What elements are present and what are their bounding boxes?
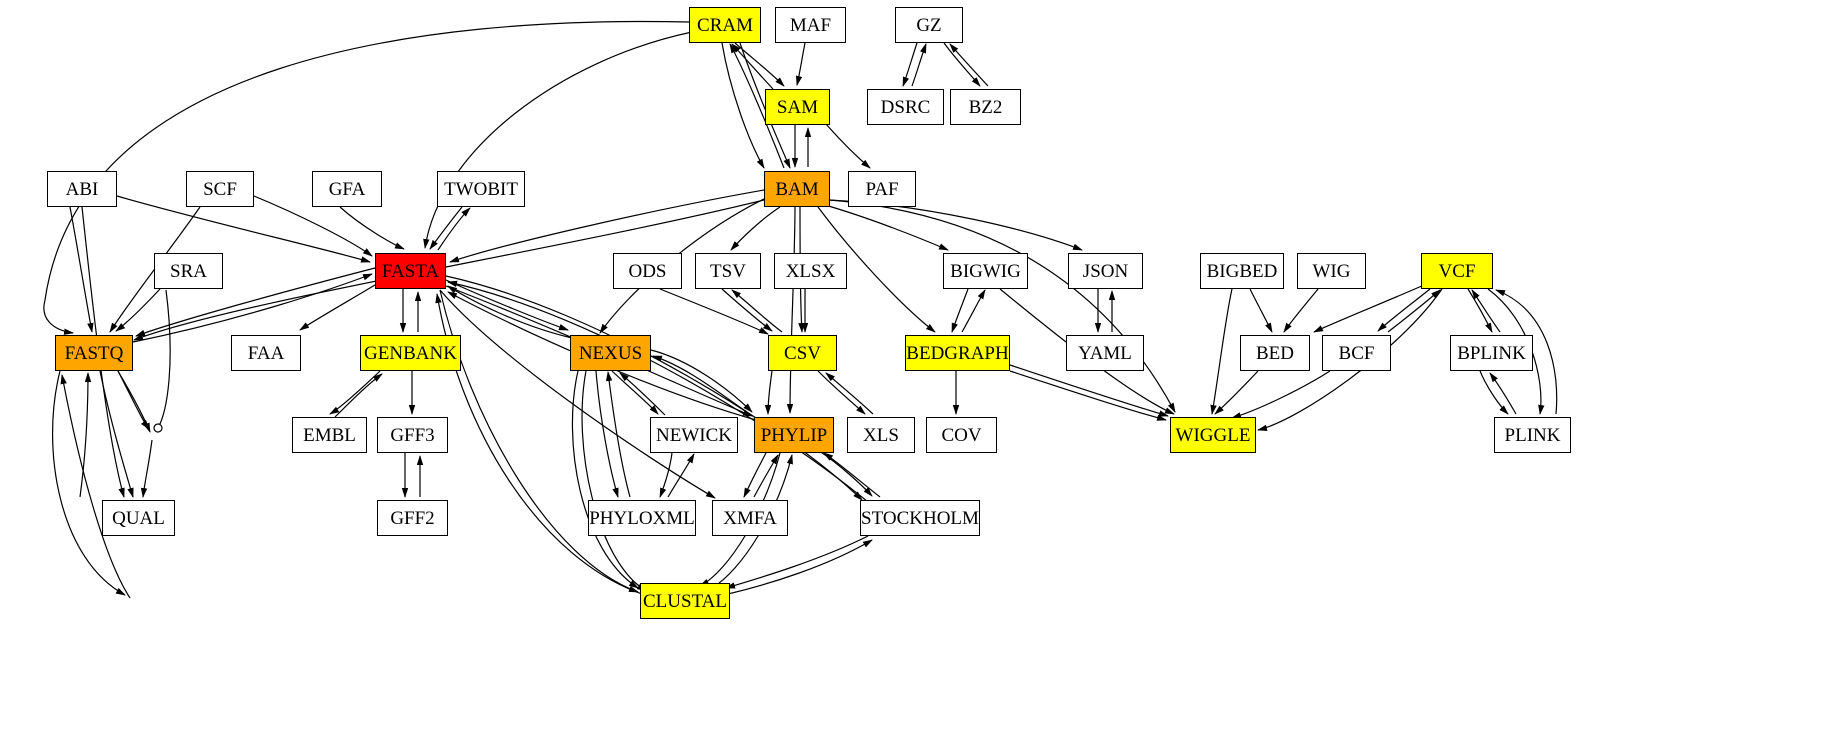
node-label: VCF [1438, 260, 1476, 282]
node-genbank[interactable]: GENBANK [360, 335, 461, 371]
node-qual[interactable]: QUAL [102, 500, 175, 536]
node-plink[interactable]: PLINK [1494, 417, 1571, 453]
node-label: FASTQ [64, 342, 124, 364]
node-dsrc[interactable]: DSRC [867, 89, 944, 125]
node-cram[interactable]: CRAM [689, 7, 761, 43]
node-scf[interactable]: SCF [186, 171, 254, 207]
node-sra[interactable]: SRA [154, 253, 223, 289]
node-label: WIGGLE [1175, 424, 1251, 446]
node-label: SCF [203, 178, 237, 200]
node-label: STOCKHOLM [861, 507, 979, 529]
node-label: BAM [775, 178, 819, 200]
node-xlsx[interactable]: XLSX [774, 253, 847, 289]
node-label: XMFA [723, 507, 777, 529]
node-ods[interactable]: ODS [613, 253, 682, 289]
node-gff2[interactable]: GFF2 [377, 500, 448, 536]
node-vcf[interactable]: VCF [1421, 253, 1493, 289]
node-newick[interactable]: NEWICK [650, 417, 738, 453]
node-csv[interactable]: CSV [768, 335, 837, 371]
node-label: BED [1256, 342, 1294, 364]
node-embl[interactable]: EMBL [292, 417, 367, 453]
node-fastq[interactable]: FASTQ [55, 335, 133, 371]
node-label: CSV [784, 342, 821, 364]
node-label: DSRC [880, 96, 931, 118]
node-label: YAML [1078, 342, 1132, 364]
node-bam[interactable]: BAM [764, 171, 830, 207]
node-gz[interactable]: GZ [895, 7, 963, 43]
node-fasta[interactable]: FASTA [375, 253, 446, 289]
node-bz2[interactable]: BZ2 [950, 89, 1021, 125]
node-label: PHYLIP [760, 424, 828, 446]
node-gff3[interactable]: GFF3 [377, 417, 448, 453]
node-label: MAF [789, 14, 832, 36]
node-label: JSON [1082, 260, 1129, 282]
node-bcf[interactable]: BCF [1322, 335, 1391, 371]
node-abi[interactable]: ABI [47, 171, 117, 207]
node-twobit[interactable]: TWOBIT [437, 171, 525, 207]
node-label: QUAL [112, 507, 165, 529]
node-label: PHYLOXML [589, 507, 695, 529]
node-bedgraph[interactable]: BEDGRAPH [905, 335, 1010, 371]
node-xls[interactable]: XLS [847, 417, 915, 453]
node-faa[interactable]: FAA [231, 335, 301, 371]
node-label: GZ [916, 14, 942, 36]
node-label: COV [941, 424, 982, 446]
node-label: SAM [776, 96, 819, 118]
node-label: GFA [328, 178, 366, 200]
node-label: PAF [865, 178, 899, 200]
node-label: BIGBED [1206, 260, 1278, 282]
node-wig[interactable]: WIG [1297, 253, 1366, 289]
node-label: SRA [170, 260, 207, 282]
node-wiggle[interactable]: WIGGLE [1170, 417, 1256, 453]
node-paf[interactable]: PAF [848, 171, 916, 207]
node-label: CRAM [697, 14, 753, 36]
graph-canvas: CRAM MAF GZ SAM DSRC BZ2 ABI SCF GFA TWOBIT BAM PAF… [0, 0, 1829, 731]
node-phylip[interactable]: PHYLIP [754, 417, 834, 453]
node-tsv[interactable]: TSV [695, 253, 761, 289]
node-stockholm[interactable]: STOCKHOLM [860, 500, 980, 536]
node-label: GENBANK [364, 342, 457, 364]
node-json[interactable]: JSON [1068, 253, 1143, 289]
node-label: XLS [863, 424, 899, 446]
node-bed[interactable]: BED [1240, 335, 1310, 371]
node-label: GFF2 [390, 507, 435, 529]
node-label: BEDGRAPH [906, 342, 1009, 364]
node-label: FASTA [381, 260, 440, 282]
node-label: BCF [1338, 342, 1375, 364]
node-bigwig[interactable]: BIGWIG [943, 253, 1028, 289]
node-label: ODS [628, 260, 667, 282]
node-label: XLSX [785, 260, 836, 282]
node-clustal[interactable]: CLUSTAL [640, 583, 730, 619]
node-label: PLINK [1504, 424, 1561, 446]
node-yaml[interactable]: YAML [1066, 335, 1144, 371]
node-label: TWOBIT [444, 178, 518, 200]
node-label: GFF3 [390, 424, 435, 446]
node-label: BZ2 [968, 96, 1003, 118]
node-xmfa[interactable]: XMFA [712, 500, 788, 536]
node-label: BPLINK [1457, 342, 1526, 364]
node-label: NEWICK [656, 424, 732, 446]
node-label: ABI [65, 178, 99, 200]
node-label: TSV [710, 260, 746, 282]
node-maf[interactable]: MAF [775, 7, 846, 43]
node-phyloxml[interactable]: PHYLOXML [588, 500, 696, 536]
node-bigbed[interactable]: BIGBED [1200, 253, 1284, 289]
node-label: NEXUS [578, 342, 643, 364]
node-label: WIG [1312, 260, 1351, 282]
node-nexus[interactable]: NEXUS [570, 335, 651, 371]
node-label: FAA [247, 342, 285, 364]
node-label: CLUSTAL [643, 590, 727, 612]
node-bplink[interactable]: BPLINK [1450, 335, 1533, 371]
node-cov[interactable]: COV [926, 417, 997, 453]
node-sam[interactable]: SAM [765, 89, 830, 125]
node-label: EMBL [303, 424, 356, 446]
node-label: BIGWIG [950, 260, 1021, 282]
node-gfa[interactable]: GFA [312, 171, 382, 207]
